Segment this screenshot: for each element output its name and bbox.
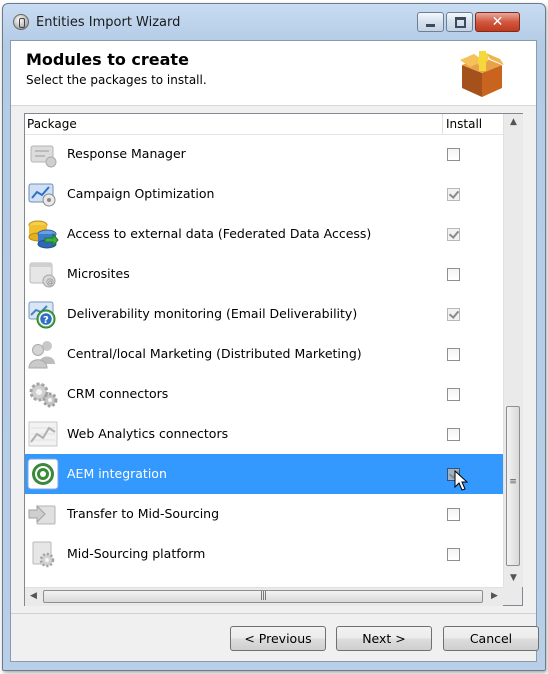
app-icon[interactable] [13,14,29,30]
list-item-email-deliverability[interactable]: ? Deliverability monitoring (Email Deliv… [25,294,503,334]
install-checkbox[interactable] [447,148,460,161]
list-item-microsites[interactable]: @ Microsites [25,254,503,294]
svg-text:?: ? [43,315,49,326]
column-install[interactable]: Install [446,117,482,131]
list-item-crm-connectors[interactable]: CRM connectors [25,374,503,414]
footer-divider [11,613,536,614]
users-icon [28,341,55,369]
mouse-cursor-icon [454,470,468,491]
window-title: Entities Import Wizard [36,15,181,30]
list-item-mid-sourcing-platform[interactable]: Mid-Sourcing platform [25,534,503,574]
next-button[interactable]: Next > [336,626,432,651]
scroll-up-button[interactable]: ▲ [504,114,523,131]
list-item-label: CRM connectors [67,386,169,401]
list-item-label: Web Analytics connectors [67,426,229,441]
list-item-label: Deliverability monitoring (Email Deliver… [67,306,358,321]
install-checkbox [447,188,460,201]
wizard-client-area: Modules to create Select the packages to… [10,40,539,662]
deliverability-icon: ? [28,301,56,329]
install-checkbox[interactable] [447,508,460,521]
wizard-header: Modules to create Select the packages to… [11,41,536,106]
wizard-window: Entities Import Wizard ✕ Modules to crea… [2,3,546,671]
previous-button[interactable]: < Previous [230,626,326,651]
scrollbar-corner [503,587,522,605]
install-checkbox [447,308,460,321]
install-checkbox[interactable] [447,428,460,441]
response-manager-icon [30,145,57,168]
list-item-federated-data-access[interactable]: Access to external data (Federated Data … [25,214,503,254]
list-item-label: Campaign Optimization [67,186,215,201]
list-item-transfer-to-mid-sourcing[interactable]: Transfer to Mid-Sourcing [25,494,503,534]
scroll-down-button[interactable]: ▼ [504,570,523,587]
minimize-button[interactable] [417,12,444,32]
list-item-label: Access to external data (Federated Data … [67,226,372,241]
platform-icon [32,541,55,568]
database-icon [28,220,59,249]
page-title: Modules to create [26,50,189,69]
gears-icon [29,382,58,408]
vertical-scroll-thumb[interactable]: ≡ [506,406,520,566]
horizontal-scrollbar[interactable]: ◀ ||| ▶ [25,587,503,606]
list-item-label: Transfer to Mid-Sourcing [67,506,220,521]
install-checkbox[interactable] [447,348,460,361]
close-icon: ✕ [491,14,504,30]
install-checkbox[interactable] [447,268,460,281]
scroll-right-button[interactable]: ▶ [486,588,503,605]
microsites-icon: @ [29,262,56,288]
page-subtitle: Select the packages to install. [26,73,207,87]
list-item-distributed-marketing[interactable]: Central/local Marketing (Distributed Mar… [25,334,503,374]
maximize-button[interactable] [446,12,473,32]
install-checkbox[interactable] [447,388,460,401]
list-item-web-analytics-connectors[interactable]: Web Analytics connectors [25,414,503,454]
list-header: Package Install [25,114,503,135]
package-list[interactable]: Package Install Response Manager Campaig… [24,113,523,606]
title-bar[interactable]: Entities Import Wizard ✕ [3,4,545,40]
horizontal-scroll-thumb[interactable]: ||| [43,590,483,603]
list-item-response-manager[interactable]: Response Manager [25,134,503,174]
list-item-label: Central/local Marketing (Distributed Mar… [67,346,362,361]
chart-icon [28,421,58,447]
scroll-left-button[interactable]: ◀ [25,588,42,605]
svg-text:@: @ [46,277,54,286]
aem-icon [27,458,59,490]
list-item-label: Microsites [67,266,130,281]
package-box-icon [460,51,504,97]
vertical-scrollbar[interactable]: ▲ ≡ ▼ [503,114,523,587]
cancel-button[interactable]: Cancel [443,626,539,651]
install-checkbox[interactable] [447,548,460,561]
column-package[interactable]: Package [27,117,77,131]
close-button[interactable]: ✕ [475,12,520,32]
grip-icon: ≡ [509,477,517,487]
column-separator[interactable] [442,114,443,134]
grip-icon: ||| [259,591,267,601]
transfer-icon [28,504,56,525]
list-item-label: Response Manager [67,146,186,161]
list-item-campaign-optimization[interactable]: Campaign Optimization [25,174,503,214]
campaign-optimization-icon [28,183,56,207]
list-item-label: AEM integration [67,466,167,481]
install-checkbox [447,228,460,241]
list-item-aem-integration[interactable]: AEM integration [25,454,503,494]
list-item-label: Mid-Sourcing platform [67,546,206,561]
